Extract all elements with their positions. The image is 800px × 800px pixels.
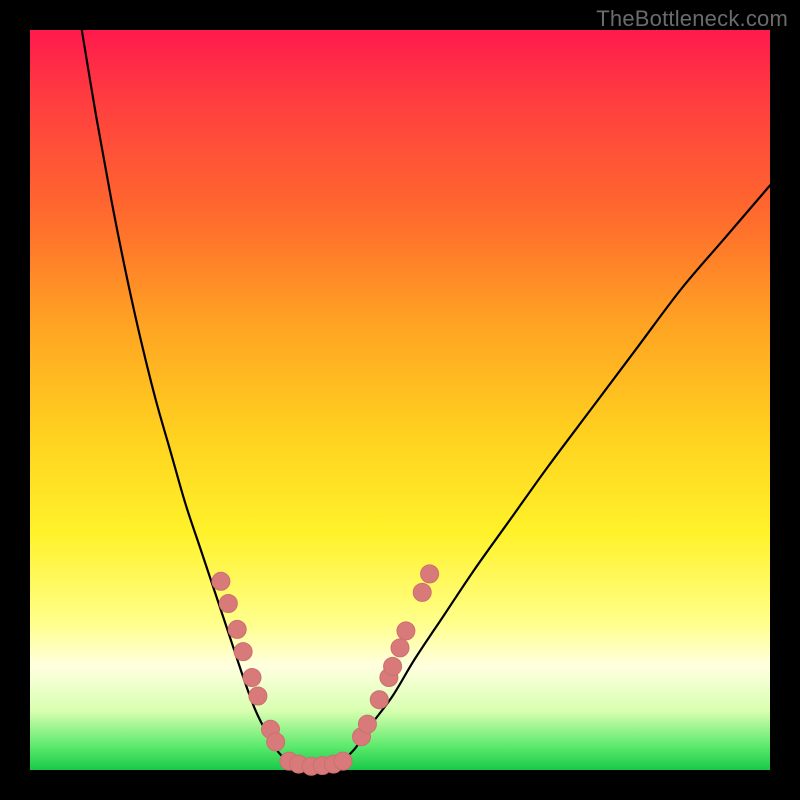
data-marker — [391, 639, 409, 657]
curve-left-branch — [82, 30, 289, 763]
data-marker — [243, 669, 261, 687]
data-marker — [384, 657, 402, 675]
data-marker — [421, 565, 439, 583]
data-marker — [234, 643, 252, 661]
data-marker — [219, 595, 237, 613]
data-marker — [249, 687, 267, 705]
data-marker — [212, 572, 230, 590]
data-marker — [228, 620, 246, 638]
data-marker — [397, 622, 415, 640]
data-marker — [267, 733, 285, 751]
watermark-text: TheBottleneck.com — [596, 6, 788, 32]
data-marker — [413, 583, 431, 601]
markers-group — [212, 565, 439, 775]
data-marker — [334, 752, 352, 770]
data-marker — [358, 715, 376, 733]
data-marker — [370, 691, 388, 709]
curve-right-branch — [341, 185, 770, 762]
chart-svg — [30, 30, 770, 770]
